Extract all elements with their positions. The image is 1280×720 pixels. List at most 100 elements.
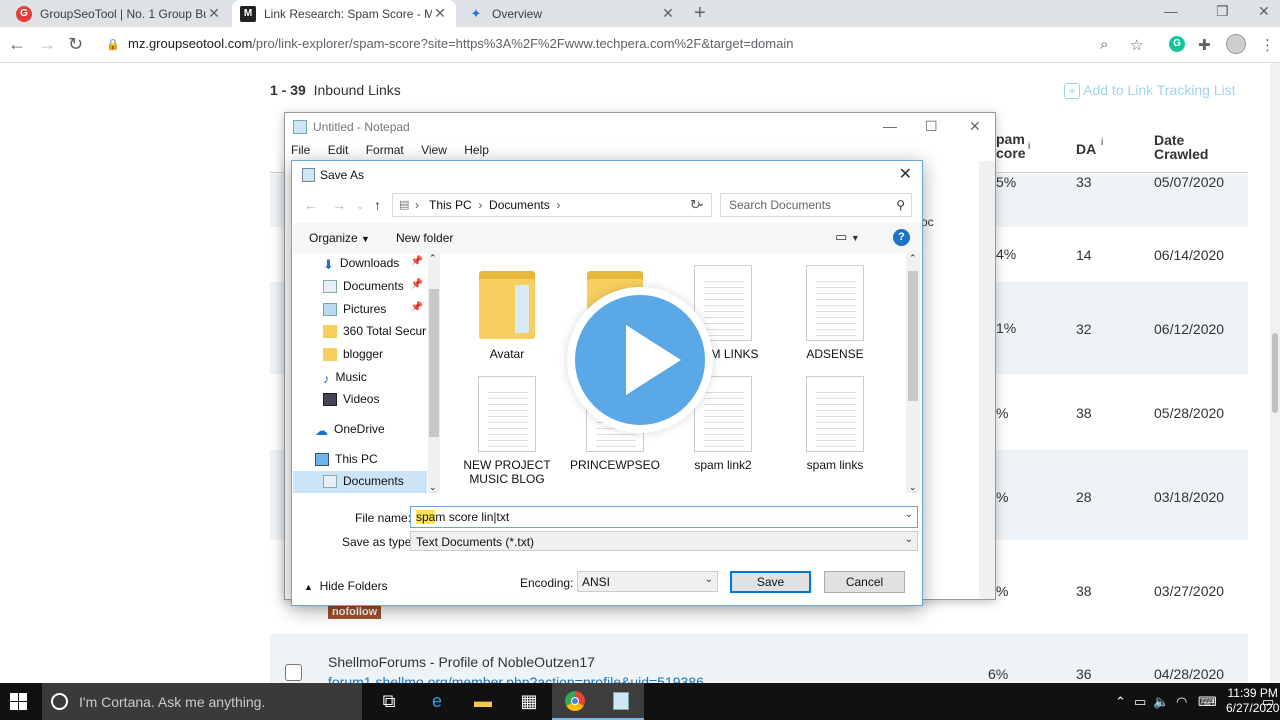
- bookmark-star-icon[interactable]: ☆: [1130, 36, 1143, 54]
- extensions-icon[interactable]: ✚: [1198, 36, 1211, 54]
- nav-pictures[interactable]: Pictures 📌: [293, 299, 427, 321]
- chevron-down-icon[interactable]: ⌄: [429, 482, 437, 493]
- nav-blogger[interactable]: blogger: [293, 344, 427, 366]
- chrome-icon[interactable]: [552, 683, 598, 720]
- chevron-up-icon[interactable]: ⌃: [429, 253, 437, 264]
- menu-help[interactable]: Help: [464, 143, 489, 157]
- new-folder-button[interactable]: New folder: [396, 231, 453, 245]
- zoom-icon[interactable]: ⌕: [1100, 36, 1108, 53]
- info-icon[interactable]: i: [1028, 140, 1030, 154]
- save-type-select[interactable]: Text Documents (*.txt) ⌄: [410, 531, 918, 551]
- network-icon[interactable]: ▭: [1134, 694, 1146, 710]
- menu-format[interactable]: Format: [366, 143, 404, 157]
- scroll-thumb[interactable]: [908, 271, 918, 401]
- tab-groupseotool[interactable]: G GroupSeoTool | No. 1 Group Buy ✕: [8, 0, 230, 27]
- chevron-down-icon[interactable]: ⌄: [705, 574, 713, 585]
- col-date-crawled[interactable]: Date Crawled: [1154, 133, 1208, 161]
- close-icon[interactable]: ✕: [206, 5, 222, 22]
- file-new-project[interactable]: NEW PROJECT MUSIC BLOG: [452, 376, 562, 486]
- file-spam-links[interactable]: spam links: [780, 376, 890, 472]
- nav-music[interactable]: ♪ Music: [293, 367, 427, 389]
- recent-chevron-icon[interactable]: ⌄: [356, 201, 364, 212]
- chevron-down-icon[interactable]: ⌄: [909, 482, 917, 493]
- chevron-down-icon[interactable]: ⌄: [905, 509, 913, 520]
- chevron-up-icon[interactable]: ⌃: [909, 253, 917, 264]
- row-checkbox[interactable]: [285, 664, 302, 681]
- link-title[interactable]: ShellmoForums - Profile of NobleOutzen17: [328, 654, 595, 670]
- close-icon[interactable]: ✕: [969, 118, 981, 135]
- close-icon[interactable]: ✕: [432, 5, 448, 22]
- keyboard-icon[interactable]: ⌨: [1198, 694, 1217, 710]
- add-tracking-link[interactable]: + Add to Link Tracking List: [1064, 82, 1236, 99]
- info-icon[interactable]: i: [1101, 136, 1103, 150]
- hide-folders-button[interactable]: ▲ Hide Folders: [304, 579, 388, 593]
- wifi-icon[interactable]: ◠: [1176, 694, 1187, 710]
- tab-overview[interactable]: ✦ Overview ✕: [460, 0, 684, 27]
- cancel-button[interactable]: Cancel: [824, 571, 905, 593]
- organize-button[interactable]: Organize ▼: [309, 231, 370, 245]
- volume-icon[interactable]: 🔈: [1153, 694, 1169, 710]
- menu-view[interactable]: View: [421, 143, 447, 157]
- nav-documents-selected[interactable]: Documents: [293, 471, 427, 493]
- maximize-icon[interactable]: ❐: [1216, 3, 1229, 20]
- nav-onedrive[interactable]: ☁ OneDrive: [293, 419, 427, 441]
- col-da[interactable]: DA: [1076, 142, 1096, 156]
- chevron-down-icon[interactable]: ⌄: [905, 534, 913, 545]
- up-icon[interactable]: ↑: [374, 197, 381, 213]
- col-spam-score[interactable]: pam core: [996, 132, 1026, 160]
- address-breadcrumb[interactable]: ▤ › This PC › Documents › ⌄: [392, 193, 712, 217]
- chevron-up-icon[interactable]: ⌃: [1115, 694, 1126, 710]
- menu-edit[interactable]: Edit: [328, 143, 349, 157]
- refresh-icon[interactable]: ↻: [690, 197, 701, 213]
- tab-moz[interactable]: M Link Research: Spam Score - Mo ✕: [232, 0, 456, 27]
- page-scrollbar[interactable]: [1270, 63, 1280, 683]
- windows-start-icon[interactable]: [10, 693, 27, 710]
- window-close-icon[interactable]: ✕: [1258, 3, 1270, 20]
- view-options-icon[interactable]: ▭ ▼: [835, 229, 860, 245]
- maximize-icon[interactable]: ☐: [925, 118, 938, 135]
- close-icon[interactable]: ✕: [899, 164, 912, 184]
- scroll-thumb[interactable]: [429, 289, 439, 437]
- nav-videos[interactable]: Videos: [293, 389, 427, 411]
- forward-icon[interactable]: →: [332, 197, 346, 213]
- nav-documents[interactable]: Documents 📌: [293, 276, 427, 298]
- avatar[interactable]: [1226, 34, 1246, 54]
- folder-avatar[interactable]: Avatar: [452, 265, 562, 361]
- search-input[interactable]: Search Documents ⚲: [720, 193, 912, 217]
- breadcrumb-documents[interactable]: Documents: [489, 198, 550, 212]
- reload-icon[interactable]: ↻: [68, 34, 83, 55]
- nav-downloads[interactable]: ⬇ Downloads 📌: [293, 253, 427, 275]
- cortana-search[interactable]: I'm Cortana. Ask me anything.: [42, 683, 362, 720]
- close-icon[interactable]: ✕: [660, 5, 676, 22]
- address-bar[interactable]: mz.groupseotool.com/pro/link-explorer/sp…: [128, 36, 793, 51]
- breadcrumb-this-pc[interactable]: This PC: [429, 198, 472, 212]
- file-name-input[interactable]: spam score lin|txt ⌄: [410, 506, 918, 528]
- notification-icon[interactable]: ▭: [1262, 694, 1274, 710]
- nav-this-pc[interactable]: This PC: [293, 449, 427, 471]
- nav-360-total-security[interactable]: 360 Total Securit: [293, 321, 427, 343]
- menu-file[interactable]: File: [291, 143, 310, 157]
- link-url[interactable]: forum1.shellmo.org/member.php?action=pro…: [328, 674, 704, 683]
- minimize-icon[interactable]: —: [883, 118, 897, 134]
- task-view-icon[interactable]: ⧉: [366, 683, 412, 720]
- file-adsense[interactable]: ADSENSE: [780, 265, 890, 361]
- file-scrollbar[interactable]: ⌃ ⌄: [906, 253, 920, 493]
- menu-icon[interactable]: ⋮: [1260, 36, 1275, 54]
- edge-icon[interactable]: e: [414, 683, 460, 720]
- help-icon[interactable]: ?: [893, 229, 910, 246]
- back-icon[interactable]: ←: [304, 197, 318, 213]
- play-button[interactable]: [567, 287, 713, 433]
- encoding-select[interactable]: ANSI ⌄: [577, 571, 718, 592]
- back-icon[interactable]: ←: [8, 34, 26, 55]
- file-explorer-icon[interactable]: ▬: [460, 683, 506, 720]
- minimize-icon[interactable]: —: [1164, 3, 1178, 19]
- new-tab-icon[interactable]: +: [694, 2, 706, 25]
- nav-scrollbar[interactable]: ⌃ ⌄: [428, 253, 440, 493]
- grammarly-icon[interactable]: G: [1169, 36, 1185, 52]
- save-button[interactable]: Save: [730, 571, 811, 593]
- store-icon[interactable]: ▦: [506, 683, 552, 720]
- notepad-scrollbar[interactable]: [979, 161, 995, 599]
- notepad-taskbar-icon[interactable]: [598, 683, 644, 720]
- file-label: PRINCEWPSEO: [569, 458, 660, 472]
- forward-icon[interactable]: →: [38, 34, 56, 55]
